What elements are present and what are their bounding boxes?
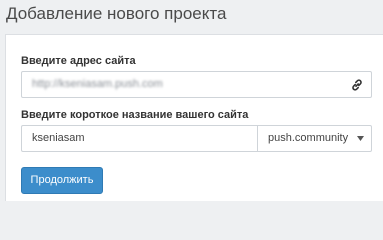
chevron-down-icon	[357, 136, 364, 141]
continue-button[interactable]: Продолжить	[21, 167, 103, 194]
site-name-input[interactable]: kseniasam	[21, 125, 257, 152]
page-title: Добавление нового проекта	[6, 4, 227, 23]
add-project-form: Введите адрес сайта http://kseniasam.pus…	[5, 34, 383, 201]
domain-select[interactable]: push.community	[257, 125, 372, 152]
site-url-label: Введите адрес сайта	[21, 55, 136, 67]
link-icon[interactable]	[350, 78, 364, 92]
site-url-input[interactable]: http://kseniasam.push.com	[21, 71, 372, 98]
site-url-value: http://kseniasam.push.com	[32, 78, 163, 90]
domain-select-value: push.community	[268, 132, 349, 144]
site-name-label: Введите короткое название вашего сайта	[21, 109, 249, 121]
